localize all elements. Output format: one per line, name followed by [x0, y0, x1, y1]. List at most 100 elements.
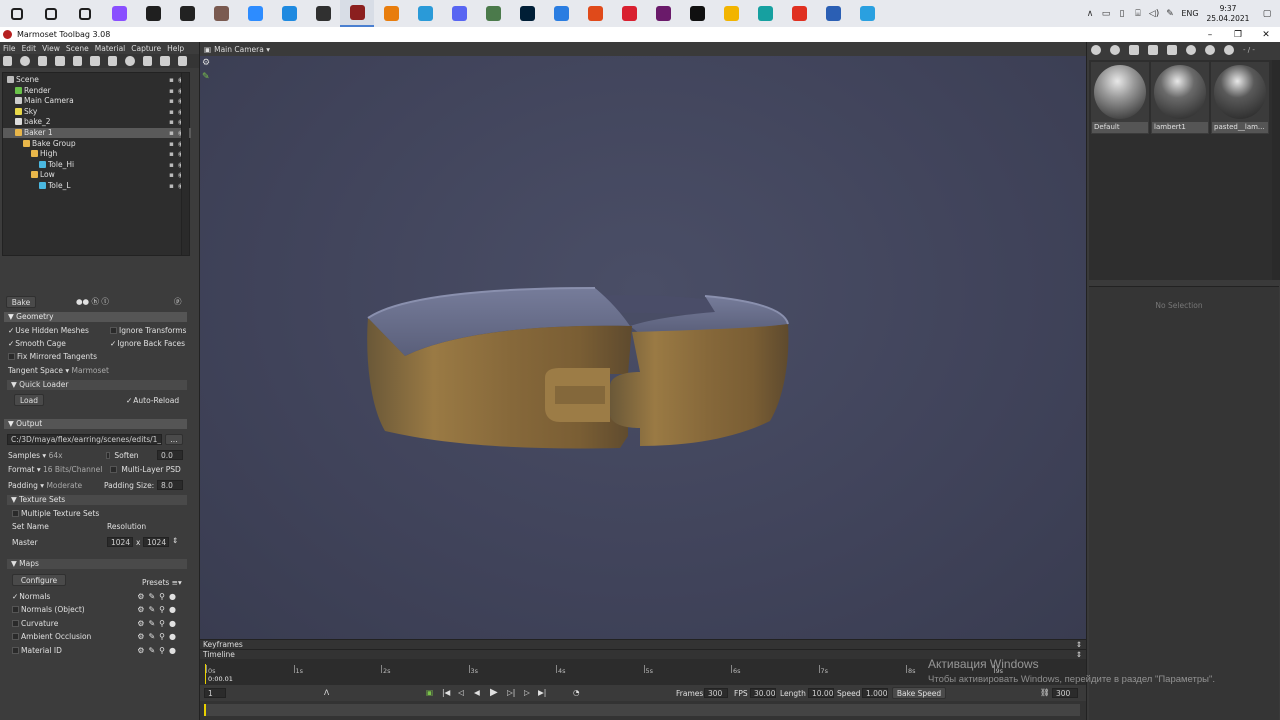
taskbar-app-button[interactable] [748, 0, 782, 27]
prev-key-icon[interactable]: ◁ [458, 688, 464, 698]
cloud-icon[interactable] [72, 56, 83, 66]
scene-tree-item[interactable]: Baker 1 ▪◉ [3, 128, 191, 138]
scene-tree-item[interactable]: Render ▪◉ [3, 86, 191, 96]
material-thumbnail[interactable]: Default [1091, 62, 1149, 134]
maps-header[interactable]: ▼ Maps [7, 559, 187, 569]
quick-loader-header[interactable]: ▼ Quick Loader [7, 380, 187, 390]
map-tools-icon[interactable]: ⚙✎⚲● [137, 632, 180, 642]
bake-speed-button[interactable]: Bake Speed [892, 687, 946, 699]
device-icon[interactable]: ▭ [1098, 9, 1114, 19]
trash-icon[interactable] [177, 56, 187, 66]
bake-mode-icons[interactable]: ●● ⓗ ⓛ [76, 297, 109, 307]
bake-button[interactable]: Bake [6, 296, 36, 308]
taskbar-app-button[interactable] [714, 0, 748, 27]
playhead[interactable] [205, 664, 206, 684]
last-frame-icon[interactable]: ▶| [538, 688, 546, 698]
scene-tree-item[interactable]: Scene ▪◉ [3, 75, 191, 85]
map-checkbox[interactable]: ✓ [12, 592, 18, 601]
current-frame-field[interactable]: 1 [204, 688, 226, 698]
first-frame-icon[interactable]: |◀ [442, 688, 450, 698]
material-library-scrollbar[interactable] [1272, 60, 1280, 280]
material-thumbnail[interactable]: pasted__lam... [1211, 62, 1269, 134]
scene-tree-item[interactable]: bake_2 ▪◉ [3, 117, 191, 127]
map-checkbox[interactable] [12, 646, 19, 654]
frames-field[interactable]: 300 [704, 688, 728, 698]
padding-dropdown[interactable]: Padding ▾ Moderate [8, 481, 82, 491]
multilayer-psd-checkbox[interactable]: Multi-Layer PSD [110, 465, 181, 475]
taskbar-app-button[interactable] [782, 0, 816, 27]
map-checkbox[interactable] [12, 619, 19, 627]
taskbar-app-button[interactable] [34, 0, 68, 27]
scene-tree-item[interactable]: Tole_L ▪◉ [3, 181, 191, 191]
menu-file[interactable]: File [3, 44, 16, 53]
scene-tree-scrollbar[interactable] [181, 73, 189, 255]
taskbar-app-button[interactable] [102, 0, 136, 27]
link-icon[interactable]: ⛓ [1040, 688, 1050, 698]
taskbar-app-button[interactable] [238, 0, 272, 27]
map-row[interactable]: Ambient Occlusion ⚙✎⚲● [12, 632, 182, 642]
clock[interactable]: 9:37 25.04.2021 [1202, 4, 1254, 24]
fps-field[interactable]: 30.000 [750, 688, 776, 698]
maximize-button[interactable]: ❐ [1224, 27, 1252, 42]
taskbar-app-button[interactable] [68, 0, 102, 27]
taskbar-app-button[interactable] [374, 0, 408, 27]
auto-reload-checkbox[interactable]: ✓Auto-Reload [126, 396, 179, 406]
map-tools-icon[interactable]: ⚙✎⚲● [137, 592, 180, 602]
pen-icon[interactable]: ✎ [1162, 9, 1178, 19]
folder-icon[interactable] [142, 56, 153, 66]
chevron-up-icon[interactable]: ∧ [1082, 9, 1098, 19]
resolution-stepper-icon[interactable]: ⇕ [172, 536, 178, 546]
viewport-settings-icon[interactable]: ⚙ [202, 58, 210, 68]
map-row[interactable]: Material ID ⚙✎⚲● [12, 646, 182, 656]
configure-button[interactable]: Configure [12, 574, 66, 586]
map-checkbox[interactable] [12, 606, 19, 614]
presets-dropdown[interactable]: Presets ≡▾ [142, 578, 182, 588]
taskbar-app-button[interactable] [170, 0, 204, 27]
material-swap-icon[interactable] [1129, 45, 1139, 55]
battery-icon[interactable]: ▯ [1114, 9, 1130, 19]
material-pick-icon[interactable] [1205, 45, 1215, 55]
language-indicator[interactable]: ENG [1178, 9, 1202, 18]
minimize-button[interactable]: – [1196, 27, 1224, 42]
taskbar-app-button[interactable] [646, 0, 680, 27]
gizmo-icon[interactable]: ✎ [202, 72, 210, 82]
close-button[interactable]: ✕ [1252, 27, 1280, 42]
next-frame-icon[interactable]: ▷| [507, 688, 515, 698]
material-copy-icon[interactable] [1186, 45, 1196, 55]
add-object-icon[interactable] [3, 56, 13, 66]
samples-dropdown[interactable]: Samples ▾ 64x [8, 451, 63, 461]
sphere-icon[interactable] [125, 56, 135, 66]
map-tools-icon[interactable]: ⚙✎⚲● [137, 646, 180, 656]
scene-tree-item[interactable]: Sky ▪◉ [3, 107, 191, 117]
taskbar-app-button[interactable] [204, 0, 238, 27]
duplicate-icon[interactable] [160, 56, 170, 66]
import-material-icon[interactable] [1110, 45, 1120, 55]
taskbar-app-button[interactable] [612, 0, 646, 27]
cube-icon[interactable] [107, 56, 118, 66]
keyframes-bar[interactable]: Keyframes ⇕ [200, 639, 1086, 649]
taskbar-app-button[interactable] [850, 0, 884, 27]
taskbar-app-button[interactable] [442, 0, 476, 27]
map-checkbox[interactable] [12, 633, 19, 641]
scrub-bar[interactable] [204, 704, 1080, 716]
multiple-texture-sets-checkbox[interactable]: Multiple Texture Sets [12, 509, 99, 519]
scene-tree-item[interactable]: Tole_Hi ▪◉ [3, 160, 191, 170]
map-row[interactable]: Curvature ⚙✎⚲● [12, 619, 182, 629]
taskbar-app-button[interactable] [306, 0, 340, 27]
menu-capture[interactable]: Capture [131, 44, 161, 53]
scene-tree-item[interactable]: High ▪◉ [3, 149, 191, 159]
menu-edit[interactable]: Edit [22, 44, 37, 53]
prev-frame-icon[interactable]: ◀ [474, 688, 480, 698]
material-thumbnail[interactable]: lambert1 [1151, 62, 1209, 134]
taskbar-app-button[interactable] [340, 0, 374, 27]
timeline-scrub[interactable] [200, 701, 1086, 720]
geometry-section-header[interactable]: ▼ Geometry [4, 312, 187, 322]
map-row[interactable]: ✓Normals ⚙✎⚲● [12, 592, 182, 602]
scene-tree-item[interactable]: Bake Group ▪◉ [3, 139, 191, 149]
camera-icon[interactable] [37, 56, 48, 66]
output-section-header[interactable]: ▼ Output [4, 419, 187, 429]
taskbar-app-button[interactable] [578, 0, 612, 27]
scene-tree-item[interactable]: Main Camera ▪◉ [3, 96, 191, 106]
taskbar-app-button[interactable] [476, 0, 510, 27]
length-field[interactable]: 10.000 [808, 688, 834, 698]
